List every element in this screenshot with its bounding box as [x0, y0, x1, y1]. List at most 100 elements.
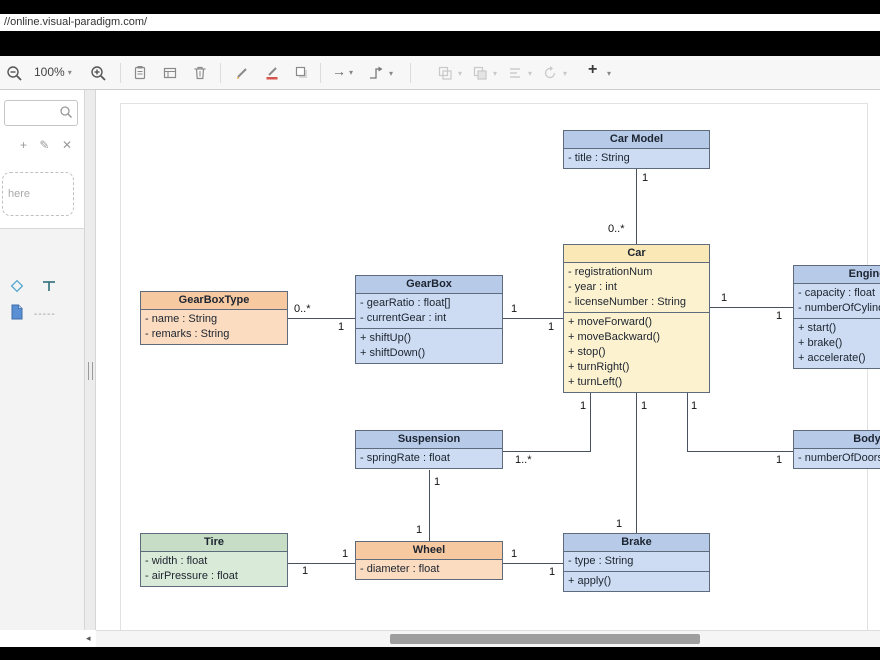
shape-terminator[interactable] [40, 277, 58, 300]
address-bar[interactable]: //online.visual-paradigm.com/ [0, 14, 880, 31]
shape-drop-zone[interactable]: here [2, 172, 74, 216]
add-stencil-button[interactable]: + [20, 138, 27, 152]
association-suspension-wheel[interactable] [429, 470, 430, 543]
arrow-right-icon: → [332, 63, 346, 79]
mult-car-body-target: 1 [776, 454, 782, 466]
align-button-disabled[interactable] [507, 65, 525, 83]
edit-stencil-button[interactable]: ✎ [39, 138, 49, 152]
class-suspension[interactable]: Suspension - springRate : float [355, 430, 503, 469]
class-body[interactable]: Body - numberOfDoors : int [793, 430, 880, 469]
caret-down-icon: ▾ [389, 69, 393, 78]
connector-style-select[interactable] [368, 65, 386, 83]
class-attribute: - year : int [564, 280, 709, 295]
class-car[interactable]: Car - registrationNum - year : int - lic… [563, 244, 710, 393]
arrow-style-select[interactable]: →▾ [332, 63, 353, 79]
close-stencil-button[interactable]: ✕ [62, 138, 72, 152]
group-shapes-icon [437, 65, 453, 81]
mult-car-brake-target: 1 [616, 518, 622, 530]
association-tire-wheel[interactable] [285, 563, 357, 564]
mult-gearboxtype-gearbox-source: 0..* [294, 303, 311, 315]
class-attribute: - numberOfDoors : int [794, 451, 880, 466]
class-attributes: - title : String [564, 149, 709, 168]
caret-down-icon: ▾ [528, 69, 532, 78]
shape-document[interactable] [8, 303, 26, 326]
class-wheel[interactable]: Wheel - diameter : float [355, 541, 503, 580]
class-attributes: - springRate : float [356, 449, 502, 468]
class-brake[interactable]: Brake - type : String + apply() [563, 533, 710, 592]
rotate-button-disabled[interactable] [542, 65, 560, 83]
group-button-disabled[interactable] [437, 65, 455, 83]
shape-dashed-line[interactable]: ----- [34, 309, 56, 320]
class-attributes: - numberOfDoors : int [794, 449, 880, 468]
association-car-brake[interactable] [636, 392, 637, 535]
class-attribute: - gearRatio : float[] [356, 296, 502, 311]
add-shape-button[interactable]: + [588, 61, 597, 79]
association-wheel-brake[interactable] [500, 563, 565, 564]
line-color-button[interactable] [264, 65, 282, 83]
visual-paradigm-online-app: //online.visual-paradigm.com/ 100%▾ [0, 0, 880, 660]
class-attributes: - name : String - remarks : String [141, 310, 287, 344]
mult-suspension-wheel-source: 1 [434, 476, 440, 488]
class-name: Wheel [356, 542, 502, 560]
mult-gearbox-car-source: 1 [511, 303, 517, 315]
toolbar-divider [120, 63, 121, 83]
mult-car-suspension-target: 1..* [515, 454, 532, 466]
zoom-level-select[interactable]: 100%▾ [34, 65, 72, 79]
caret-down-icon: ▾ [68, 68, 72, 77]
class-attributes: - capacity : float - numberOfCylinders :… [794, 284, 880, 318]
class-car-model[interactable]: Car Model - title : String [563, 130, 710, 169]
bottom-strip: ◂ [0, 630, 880, 647]
form-icon [162, 65, 178, 81]
shadow-button[interactable] [294, 65, 312, 83]
association-car-body[interactable] [687, 392, 688, 452]
drop-zone-hint: here [8, 188, 30, 200]
pen-color-icon [264, 65, 280, 81]
association-carmodel-car[interactable] [636, 166, 637, 246]
mult-car-engine-target: 1 [776, 310, 782, 322]
splitter-grip-icon [88, 362, 93, 380]
mult-gearbox-car-target: 1 [548, 321, 554, 333]
delete-button[interactable] [192, 65, 210, 83]
zoom-out-button[interactable] [6, 65, 24, 83]
zoom-in-button[interactable] [90, 65, 108, 83]
class-attribute: - airPressure : float [141, 569, 287, 584]
sidebar-splitter[interactable] [84, 90, 96, 630]
association-car-suspension[interactable] [590, 392, 591, 452]
mult-car-suspension-source: 1 [580, 400, 586, 412]
class-name: Body [794, 431, 880, 449]
class-tire[interactable]: Tire - width : float - airPressure : flo… [140, 533, 288, 587]
class-attribute: - diameter : float [356, 562, 502, 577]
plus-icon: + [588, 61, 597, 78]
shape-decision[interactable] [8, 277, 26, 300]
search-input[interactable] [7, 103, 59, 123]
class-attributes: - width : float - airPressure : float [141, 552, 287, 586]
class-gearbox[interactable]: GearBox - gearRatio : float[] - currentG… [355, 275, 503, 364]
class-name: Tire [141, 534, 287, 552]
diagram-canvas[interactable]: 1 0..* 0..* 1 1 1 1 1 1 1..* 1 1 1 1 1 1… [96, 90, 880, 630]
association-car-engine[interactable] [707, 307, 795, 308]
class-attributes: - registrationNum - year : int - license… [564, 263, 709, 312]
association-gearboxtype-gearbox[interactable] [285, 318, 357, 319]
class-engine[interactable]: Engine - capacity : float - numberOfCyli… [793, 265, 880, 369]
association-car-body[interactable] [687, 451, 794, 452]
align-icon [507, 65, 523, 81]
class-methods: + start() + brake() + accelerate() [794, 318, 880, 368]
shape-palette: ----- [0, 228, 84, 631]
class-method: + moveBackward() [564, 330, 709, 345]
format-fill-button[interactable] [234, 65, 252, 83]
class-attributes: - type : String [564, 552, 709, 571]
scroll-left-arrow-icon[interactable]: ◂ [86, 633, 91, 644]
properties-button[interactable] [162, 65, 180, 83]
class-attribute: - numberOfCylinders : int [794, 301, 880, 316]
order-button-disabled[interactable] [472, 65, 490, 83]
class-attribute: - title : String [564, 151, 709, 166]
association-car-suspension[interactable] [500, 451, 591, 452]
horizontal-scrollbar[interactable] [96, 630, 880, 647]
class-attribute: - registrationNum [564, 265, 709, 280]
paste-button[interactable] [132, 65, 150, 83]
class-gearboxtype[interactable]: GearBoxType - name : String - remarks : … [140, 291, 288, 345]
search-icon [59, 105, 73, 124]
association-gearbox-car[interactable] [500, 318, 565, 319]
horizontal-scrollbar-thumb[interactable] [390, 634, 700, 644]
address-bar-url: //online.visual-paradigm.com/ [4, 16, 147, 28]
